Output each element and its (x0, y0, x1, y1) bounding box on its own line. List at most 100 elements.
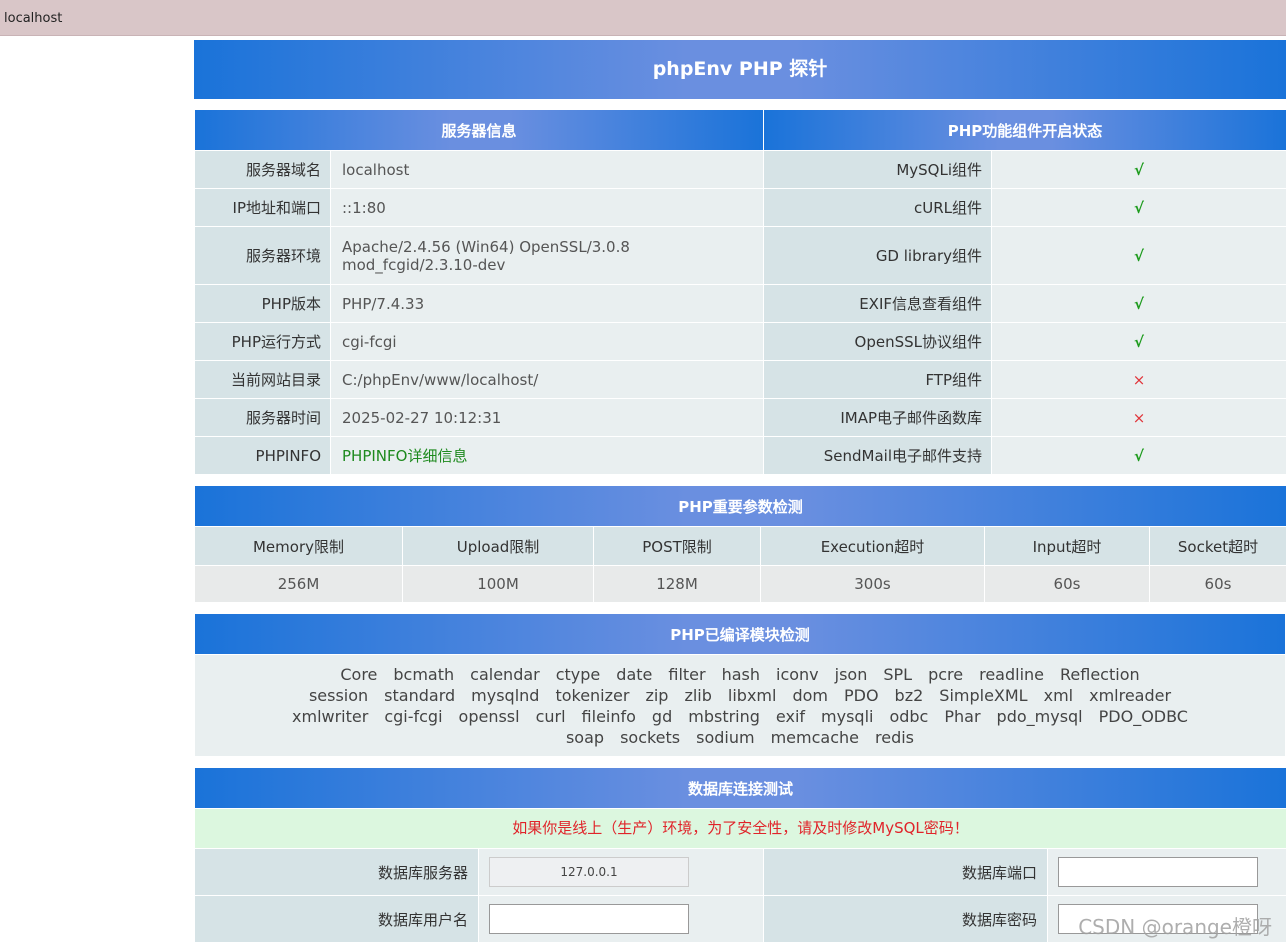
module-item: SimpleXML (939, 686, 1028, 705)
param-value: 60s (1148, 565, 1286, 603)
check-icon: √ (991, 150, 1286, 189)
info-row: IP地址和端口::1:80 cURL组件 √ (194, 188, 1286, 227)
module-item: mysqli (821, 707, 874, 726)
tab-title[interactable]: localhost (4, 11, 62, 26)
module-item: tokenizer (555, 686, 630, 705)
module-item: bz2 (894, 686, 924, 705)
module-item: standard (384, 686, 456, 705)
component-label: GD library组件 (763, 226, 993, 285)
phpinfo-link[interactable]: PHPINFO详细信息 (329, 436, 765, 475)
component-label: cURL组件 (763, 188, 993, 227)
params-header: PHP重要参数检测 (193, 485, 1286, 527)
db-port-cell (1046, 848, 1286, 896)
module-item: pcre (928, 665, 964, 684)
component-label: MySQLi组件 (763, 150, 993, 189)
module-item: xmlreader (1089, 686, 1172, 705)
param-label: Memory限制 (194, 526, 403, 566)
module-item: fileinfo (581, 707, 636, 726)
server-info-value: 2025-02-27 10:12:31 (329, 398, 765, 437)
cross-icon: × (991, 398, 1286, 437)
page-title: phpEnv PHP 探针 (194, 40, 1286, 99)
param-value: 300s (760, 565, 985, 603)
db-port-input[interactable] (1058, 857, 1258, 887)
module-line: xmlwriter cgi-fcgi openssl curl fileinfo gd mb… (235, 706, 1245, 727)
param-label: Execution超时 (760, 526, 985, 566)
module-item: SPL (883, 665, 913, 684)
db-header: 数据库连接测试 (193, 767, 1286, 809)
param-value: 100M (402, 565, 594, 603)
db-server-label: 数据库服务器 (194, 848, 479, 896)
param-value: 256M (194, 565, 403, 603)
module-item: xmlwriter (292, 707, 369, 726)
info-row: PHPINFO PHPINFO详细信息 SendMail电子邮件支持 √ (194, 436, 1286, 475)
module-item: mysqlnd (471, 686, 540, 705)
server-info-label: IP地址和端口 (194, 188, 331, 227)
module-item: ctype (555, 665, 601, 684)
module-item: exif (775, 707, 806, 726)
module-item: iconv (776, 665, 819, 684)
db-port-label: 数据库端口 (763, 848, 1048, 896)
server-info-value: Apache/2.4.56 (Win64) OpenSSL/3.0.8 mod_… (329, 226, 765, 285)
server-info-label: PHP运行方式 (194, 322, 331, 361)
module-item: zip (645, 686, 669, 705)
params-table: PHP重要参数检测 Memory限制 Upload限制 POST限制 Executio… (193, 485, 1286, 603)
module-item: curl (535, 707, 566, 726)
module-item: openssl (458, 707, 520, 726)
modules-table: PHP已编译模块检测 Core bcmath calendar ctype date fi… (194, 613, 1286, 757)
module-item: Reflection (1060, 665, 1140, 684)
server-info-label: 服务器域名 (194, 150, 331, 189)
info-row: 当前网站目录 C:/phpEnv/www/localhost/FTP组件 × (194, 360, 1286, 399)
server-info-label: 服务器时间 (194, 398, 331, 437)
server-info-header: 服务器信息 (193, 109, 765, 151)
module-item: json (834, 665, 868, 684)
components-header: PHP功能组件开启状态 (763, 109, 1286, 151)
db-password-label: 数据库密码 (763, 895, 1048, 943)
module-item: readline (979, 665, 1045, 684)
param-value: 60s (984, 565, 1150, 603)
module-item: bcmath (393, 665, 455, 684)
modules-header: PHP已编译模块检测 (194, 613, 1286, 655)
info-row: 服务器环境 Apache/2.4.56 (Win64) OpenSSL/3.0.8… (194, 226, 1286, 285)
info-row: PHP运行方式 cgi-fcgi OpenSSL协议组件 √ (194, 322, 1286, 361)
module-item: PDO_ODBC (1098, 707, 1188, 726)
param-label: Socket超时 (1148, 526, 1286, 566)
module-item: session (308, 686, 369, 705)
server-info-label: PHPINFO (194, 436, 331, 475)
probe-page: phpEnv PHP 探针 服务器信息 PHP功能组件开启状态 服务器域名 loc… (193, 40, 1286, 943)
module-item: odbc (889, 707, 929, 726)
module-item: date (616, 665, 653, 684)
module-item: pdo_mysql (996, 707, 1083, 726)
db-user-input[interactable] (489, 904, 689, 934)
db-server-input[interactable] (489, 857, 689, 887)
db-user-label: 数据库用户名 (194, 895, 479, 943)
module-item: PDO (843, 686, 879, 705)
component-label: EXIF信息查看组件 (763, 284, 993, 323)
check-icon: √ (991, 436, 1286, 475)
module-item: memcache (770, 728, 859, 747)
server-info-label: 当前网站目录 (194, 360, 331, 399)
db-user-cell (478, 895, 764, 943)
server-info-value: cgi-fcgi (329, 322, 765, 361)
module-item: Core (340, 665, 378, 684)
module-item: dom (792, 686, 828, 705)
module-item: hash (721, 665, 760, 684)
module-item: Phar (944, 707, 981, 726)
browser-tab-bar: localhost (0, 0, 1286, 36)
watermark: CSDN @orange橙呀 (1078, 915, 1272, 939)
component-label: IMAP电子邮件函数库 (763, 398, 993, 437)
check-icon: √ (991, 284, 1286, 323)
module-item: mbstring (688, 707, 760, 726)
server-info-table: 服务器信息 PHP功能组件开启状态 服务器域名 localhost MySQLi组件… (193, 109, 1286, 475)
server-info-value: localhost (329, 150, 765, 189)
param-label: Input超时 (984, 526, 1150, 566)
server-info-value: C:/phpEnv/www/localhost/ (329, 360, 765, 399)
module-item: libxml (727, 686, 777, 705)
module-item: redis (875, 728, 915, 747)
component-label: SendMail电子邮件支持 (763, 436, 993, 475)
param-label: Upload限制 (402, 526, 594, 566)
server-info-label: PHP版本 (194, 284, 331, 323)
check-icon: √ (991, 226, 1286, 285)
module-line: session standard mysqlnd tokenizer zip zlib li… (235, 685, 1245, 706)
info-row: PHP版本 PHP/7.4.33 EXIF信息查看组件 √ (194, 284, 1286, 323)
module-item: xml (1043, 686, 1074, 705)
